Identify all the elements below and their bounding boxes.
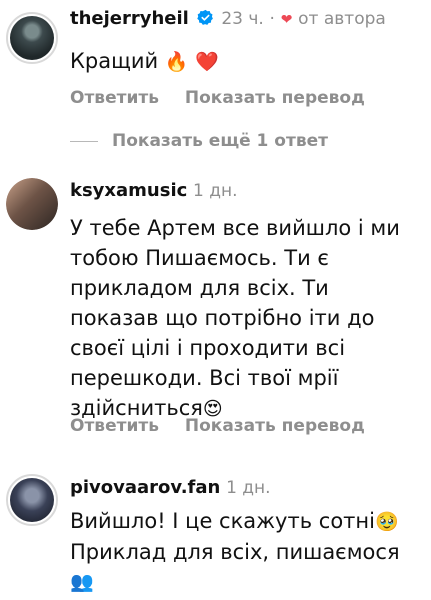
- separator-dot: ·: [269, 9, 275, 29]
- comment-meta: pivovaarov.fan 1 дн.: [70, 477, 271, 499]
- show-translation-button[interactable]: Показать перевод: [185, 88, 365, 108]
- comment-text: Кращий 🔥 ❤️: [70, 49, 219, 73]
- avatar[interactable]: [6, 12, 58, 64]
- username[interactable]: thejerryheil: [70, 8, 189, 29]
- avatar[interactable]: [6, 474, 58, 526]
- comment-time: 1 дн.: [226, 478, 271, 498]
- show-more-replies-button[interactable]: Показать ещё 1 ответ: [70, 131, 328, 151]
- comment-time: 23 ч.: [221, 9, 264, 29]
- fire-emoji-icon: 🔥: [164, 51, 189, 73]
- pleading-face-emoji-icon: 🥹: [374, 511, 399, 533]
- divider-line: [70, 140, 98, 142]
- verified-badge-icon: [196, 9, 213, 25]
- comment-meta: thejerryheil 23 ч. · ❤ от автора: [70, 8, 386, 31]
- reply-button[interactable]: Ответить: [70, 88, 159, 108]
- comment-time: 1 дн.: [193, 181, 238, 201]
- people-emoji-icon: 👥: [70, 571, 94, 593]
- comment-text: У тебе Артем все вийшло і ми тобою Пишає…: [70, 216, 400, 420]
- reply-button[interactable]: Ответить: [70, 416, 159, 436]
- liked-by-author-label: от автора: [298, 9, 386, 29]
- heart-icon: ❤: [280, 12, 293, 28]
- show-translation-button[interactable]: Показать перевод: [185, 416, 365, 436]
- heart-emoji-icon: ❤️: [195, 51, 219, 73]
- username[interactable]: ksyxamusic: [70, 180, 187, 201]
- avatar[interactable]: [6, 178, 58, 230]
- username[interactable]: pivovaarov.fan: [70, 477, 220, 498]
- comment-text: Вийшло! І це скажуть сотні🥹 Приклад для …: [70, 506, 415, 597]
- comment-meta: ksyxamusic 1 дн.: [70, 180, 238, 202]
